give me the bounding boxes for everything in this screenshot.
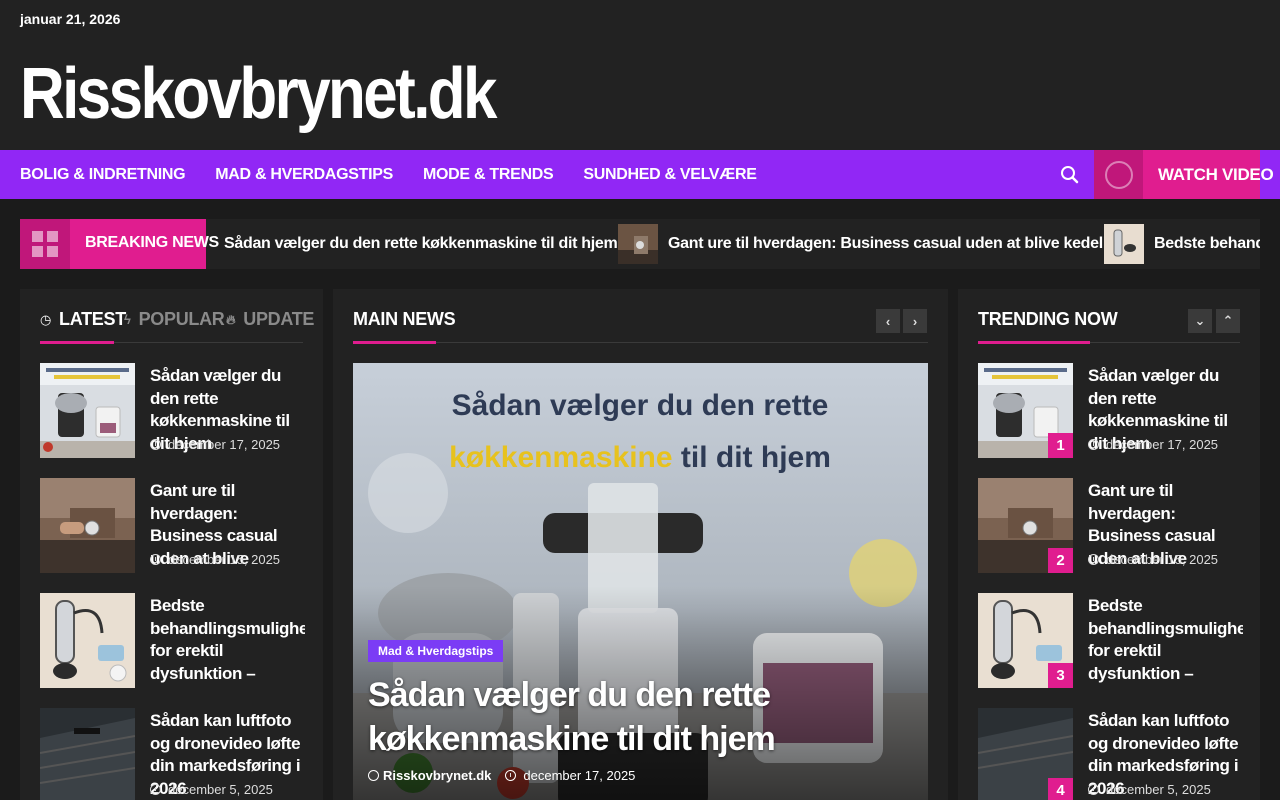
nav-item-bolig[interactable]: BOLIG & INDRETNING (20, 166, 186, 184)
hero-image-line1: Sådan vælger du den rette (452, 389, 829, 422)
hero-image-line2-rest: til dit hjem (673, 441, 831, 474)
fire-icon: 🔥︎ (226, 311, 236, 327)
clock-icon (505, 770, 517, 781)
rank-badge: 2 (1048, 548, 1073, 573)
site-logo-text[interactable]: Risskovbrynet.dk (20, 58, 498, 130)
tab-bar: ◷ LATEST ϟ POPULAR 🔥︎ UPDATE (40, 309, 314, 344)
list-item[interactable]: Sådan vælger du den rette køkkenmaskine … (40, 363, 303, 458)
hero-image-line2-highlight: køkkenmaskine (449, 441, 672, 474)
hero-title[interactable]: Sådan vælger du den rette køkkenmaskine … (368, 673, 848, 761)
kitchen-thumbnail (40, 363, 135, 458)
tab-label: LATEST (59, 309, 126, 329)
date-text: december 5, 2025 (168, 782, 273, 797)
trending-item[interactable]: 2 Gant ure til hverdagen: Business casua… (978, 478, 1240, 573)
date-text: december 15, 2025 (1106, 552, 1219, 567)
section-underline (978, 341, 1090, 344)
ticker-item[interactable]: Sådan vælger du den rette køkkenmaskine … (224, 219, 618, 269)
tab-popular[interactable]: ϟ POPULAR (124, 309, 225, 330)
current-date: januar 21, 2026 (20, 11, 121, 27)
trending-item[interactable]: 3 Bedste behandlingsmuligheder for erekt… (978, 593, 1243, 688)
watch-thumbnail (618, 224, 658, 264)
article-date: december 15, 2025 (1088, 552, 1218, 567)
user-icon (368, 770, 379, 781)
clock-icon (1088, 554, 1099, 565)
date-text: december 5, 2025 (1106, 782, 1211, 797)
hero-date: december 17, 2025 (523, 768, 636, 783)
ticker-item-text: Gant ure til hverdagen: Business casual … (668, 235, 1117, 252)
breaking-news-label: BREAKING NEWS (70, 219, 219, 269)
breaking-news-bar: BREAKING NEWS Sådan vælger du den rette … (20, 219, 1260, 269)
prev-arrow-icon[interactable]: ‹ (876, 309, 900, 333)
tab-label: POPULAR (138, 309, 225, 329)
watch-thumbnail (40, 478, 135, 573)
nav-item-sundhed[interactable]: SUNDHED & VELVÆRE (583, 166, 757, 184)
clock-icon: ◷ (40, 311, 52, 327)
ticker-item[interactable]: Bedste behand (1104, 219, 1260, 269)
active-tab-underline (40, 341, 114, 344)
section-header: TRENDING NOW ⌄ ⌃ (978, 309, 1240, 344)
date-text: december 17, 2025 (168, 437, 281, 452)
device-thumbnail (1104, 224, 1144, 264)
nav-item-mad[interactable]: MAD & HVERDAGSTIPS (215, 166, 393, 184)
rank-badge: 1 (1048, 433, 1073, 458)
tab-label: UPDATE (243, 309, 315, 329)
device-thumbnail (40, 593, 135, 688)
clock-icon (1088, 439, 1099, 450)
clock-icon (150, 784, 161, 795)
drone-roof-thumbnail (40, 708, 135, 800)
search-icon[interactable] (1058, 164, 1082, 186)
article-date: december 17, 2025 (150, 437, 280, 452)
news-ticker: Sådan vælger du den rette køkkenmaskine … (224, 219, 1260, 269)
watch-video-label: WATCH VIDEO (1158, 165, 1274, 184)
watch-video-button[interactable]: WATCH VIDEO (1094, 150, 1274, 199)
grid-icon (20, 219, 70, 269)
rank-badge: 3 (1048, 663, 1073, 688)
hero-article[interactable]: Sådan vælger du den rette køkkenmaskine … (353, 363, 928, 800)
section-header: MAIN NEWS ‹ › (353, 309, 928, 344)
article-date: december 5, 2025 (1088, 782, 1211, 797)
article-title[interactable]: Bedste behandlingsmuligheder for erektil… (1088, 595, 1243, 685)
ticker-item[interactable]: Gant ure til hverdagen: Business casual … (618, 219, 1117, 269)
article-date: december 17, 2025 (1088, 437, 1218, 452)
latest-panel: ◷ LATEST ϟ POPULAR 🔥︎ UPDATE Sådan vælge… (20, 289, 323, 800)
date-text: december 15, 2025 (168, 552, 281, 567)
list-item[interactable]: Gant ure til hverdagen: Business casual … (40, 478, 303, 573)
hero-image-line2: køkkenmaskine til dit hjem (449, 441, 831, 474)
article-date: december 15, 2025 (150, 552, 280, 567)
nav-item-mode[interactable]: MODE & TRENDS (423, 166, 554, 184)
section-title: MAIN NEWS (353, 309, 456, 329)
clock-icon (1088, 784, 1099, 795)
list-item[interactable]: Sådan kan luftfoto og dronevideo løfte d… (40, 708, 303, 800)
list-item[interactable]: Bedste behandlingsmuligheder for erektil… (40, 593, 305, 688)
clock-icon (150, 439, 161, 450)
top-bar: januar 21, 2026 (0, 0, 1280, 40)
main-news-panel: MAIN NEWS ‹ › Sådan vælger du den rette … (333, 289, 948, 800)
main-navigation: BOLIG & INDRETNING MAD & HVERDAGSTIPS MO… (0, 150, 1280, 199)
ticker-item-text: Sådan vælger du den rette køkkenmaskine … (224, 235, 618, 252)
play-ring-icon (1094, 150, 1143, 199)
article-date: december 5, 2025 (150, 782, 273, 797)
clock-icon (150, 554, 161, 565)
trending-panel: TRENDING NOW ⌄ ⌃ 1 Sådan vælger du den r… (958, 289, 1260, 800)
article-title[interactable]: Bedste behandlingsmuligheder for erektil… (150, 595, 305, 685)
chevron-up-icon[interactable]: ⌃ (1216, 309, 1240, 333)
tab-update[interactable]: 🔥︎ UPDATE (226, 309, 314, 330)
trending-item[interactable]: 1 Sådan vælger du den rette køkkenmaskin… (978, 363, 1240, 458)
chevron-down-icon[interactable]: ⌄ (1188, 309, 1212, 333)
date-text: december 17, 2025 (1106, 437, 1219, 452)
trending-item[interactable]: 4 Sådan kan luftfoto og dronevideo løfte… (978, 708, 1240, 800)
site-header: Risskovbrynet.dk (0, 40, 1280, 150)
section-underline (353, 341, 436, 344)
section-title: TRENDING NOW (978, 309, 1118, 329)
bolt-icon: ϟ (124, 312, 131, 327)
next-arrow-icon[interactable]: › (903, 309, 927, 333)
tab-latest[interactable]: ◷ LATEST (40, 309, 126, 330)
rank-badge: 4 (1048, 778, 1073, 800)
hero-meta: Risskovbrynet.dk december 17, 2025 (368, 768, 635, 783)
ticker-item-text: Bedste behand (1154, 235, 1260, 252)
author-link[interactable]: Risskovbrynet.dk (383, 768, 491, 783)
category-badge[interactable]: Mad & Hverdagstips (368, 640, 504, 662)
